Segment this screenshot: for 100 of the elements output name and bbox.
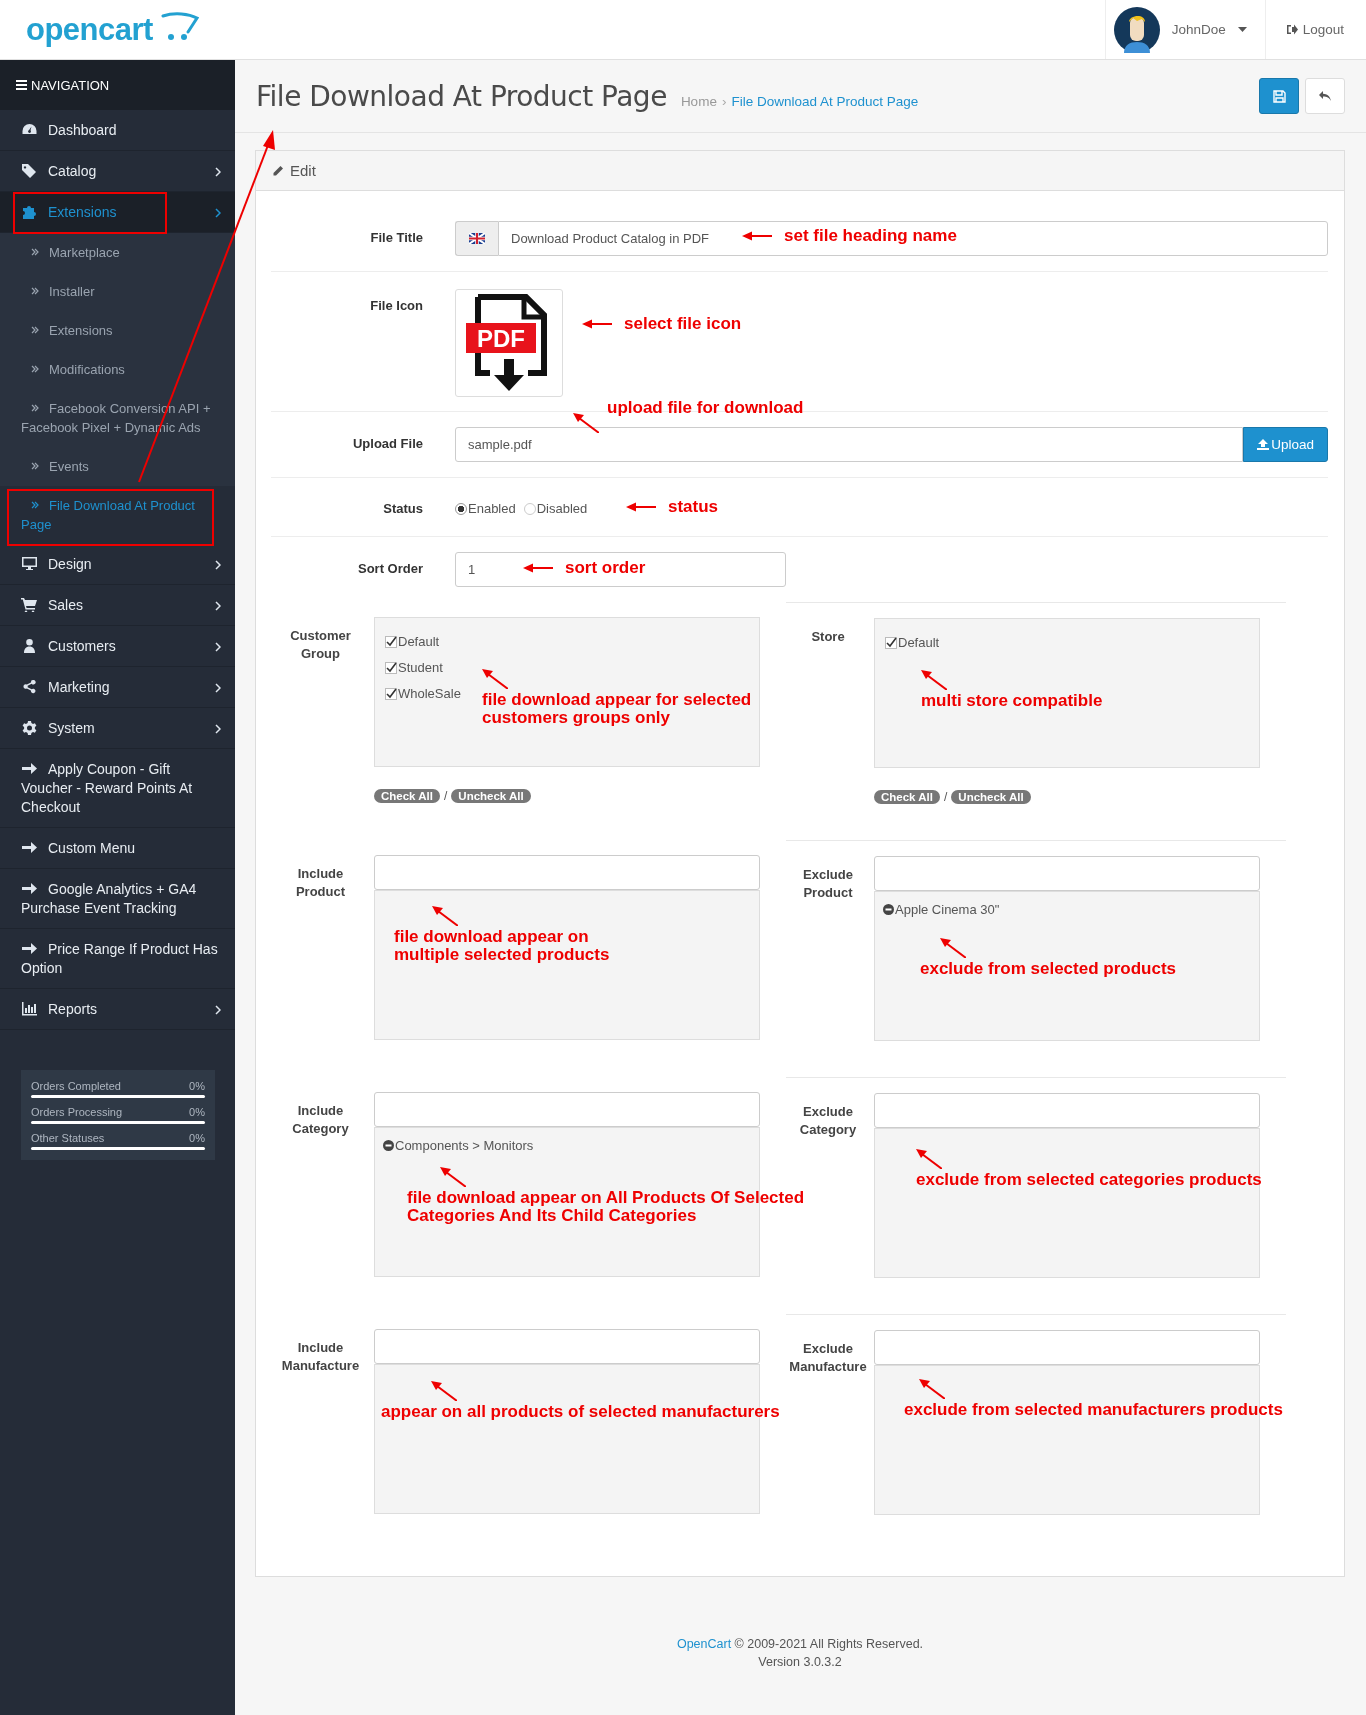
image-thumbnail[interactable]: PDF (455, 289, 563, 397)
stat-value: 0% (189, 1132, 205, 1144)
breadcrumb-separator: › (721, 93, 727, 109)
uncheck-all-button[interactable]: Uncheck All (951, 790, 1031, 804)
annotation-text: select file icon (624, 315, 742, 333)
annotation-arrow (482, 669, 508, 689)
field-label: Exclude Category (798, 1103, 858, 1139)
annotation-text: set file heading name (784, 227, 957, 245)
field-label: Exclude Product (802, 866, 854, 902)
stat-value: 0% (189, 1080, 205, 1092)
autocomplete-field[interactable] (374, 1329, 760, 1364)
field-label: Include Category (291, 1102, 350, 1138)
upload-button[interactable]: Upload (1243, 427, 1328, 462)
autocomplete-field[interactable] (874, 1093, 1260, 1128)
check-all-button[interactable]: Check All (874, 790, 940, 804)
navigation-heading: NAVIGATION (0, 60, 235, 110)
save-button[interactable] (1259, 78, 1299, 114)
sign-out-icon (1285, 24, 1298, 35)
annotation-arrow (742, 231, 772, 241)
separator-text: / (944, 790, 948, 804)
menu-item[interactable]: Custom Menu (0, 828, 235, 869)
arrow-icon (21, 881, 38, 896)
submenu-item[interactable]: Events (0, 447, 235, 486)
uncheck-all-button[interactable]: Uncheck All (451, 789, 531, 803)
checkbox-label: WholeSale (398, 686, 461, 701)
field-label: Upload File (351, 435, 423, 453)
stat-label: Orders Processing (31, 1106, 123, 1118)
pencil-icon (272, 164, 284, 177)
reply-icon (1318, 90, 1332, 102)
logout-link[interactable]: Logout (1265, 0, 1366, 59)
menu-item[interactable]: Dashboard (0, 110, 235, 151)
annotation-arrow (921, 670, 947, 690)
double-chevron-icon (31, 326, 39, 334)
checkbox[interactable] (385, 687, 397, 700)
annotation-arrow (940, 938, 966, 958)
share-icon (21, 679, 38, 694)
breadcrumb-link[interactable]: Home (680, 93, 717, 109)
chart-icon (21, 1001, 38, 1016)
field-label: Store (810, 628, 846, 646)
menu-item[interactable]: Extensions (0, 192, 235, 233)
submenu-item[interactable]: Installer (0, 272, 235, 311)
logo[interactable]: opencart (26, 11, 153, 48)
annotation-text: exclude from selected manufacturers products (904, 1401, 1283, 1419)
opencart-link[interactable]: OpenCart (676, 1637, 732, 1651)
radio-button[interactable] (523, 502, 536, 515)
menu-item[interactable]: Sales (0, 585, 235, 626)
arrow-icon (21, 941, 38, 956)
menu-item[interactable]: Marketing (0, 667, 235, 708)
field-label: Include Product (294, 865, 347, 901)
page-title: File Download At Product Page (256, 79, 667, 113)
menu-icon (16, 80, 27, 90)
puzzle-icon (21, 204, 38, 219)
menu-item[interactable]: Reports (0, 989, 235, 1030)
desktop-icon (21, 556, 38, 571)
menu-item[interactable]: System (0, 708, 235, 749)
annotation-text: sort order (565, 559, 646, 577)
double-chevron-icon (31, 501, 39, 509)
autocomplete-field[interactable] (374, 1092, 760, 1127)
submenu-item[interactable]: File Download At Product Page (0, 486, 235, 544)
autocomplete-field[interactable] (374, 855, 760, 890)
annotation-text: status (668, 498, 719, 516)
back-button[interactable] (1305, 78, 1345, 114)
autocomplete-field[interactable] (874, 1330, 1260, 1365)
field-label: Include Manufacture (280, 1339, 361, 1375)
radio-label: Disabled (536, 501, 588, 516)
annotation-text: multi store compatible (921, 692, 1103, 710)
annotation-arrow (440, 1167, 466, 1187)
file-field[interactable]: sample.pdf (455, 427, 1244, 462)
menu-item[interactable]: Google Analytics + GA4 Purchase Event Tracking (0, 869, 235, 929)
copyright-text: OpenCart © 2009-2021 All Rights Reserved. (675, 1636, 925, 1653)
panel-heading: Edit (256, 151, 1344, 191)
user-menu[interactable]: JohnDoe (1104, 0, 1266, 59)
gear-icon (21, 720, 38, 735)
check-all-button[interactable]: Check All (374, 789, 440, 803)
checkbox[interactable] (885, 636, 897, 649)
checkbox-label: Default (898, 635, 940, 650)
separator-text: / (444, 789, 448, 803)
submenu-item[interactable]: Marketplace (0, 233, 235, 272)
checkbox[interactable] (385, 635, 397, 648)
remove-icon[interactable] (883, 904, 894, 915)
menu-item[interactable]: Design (0, 544, 235, 585)
field-label: File Title (369, 229, 423, 247)
stat-label: Orders Completed (31, 1080, 121, 1092)
radio-button[interactable] (455, 502, 467, 515)
breadcrumb-link[interactable]: File Download At Product Page (731, 93, 919, 109)
field-label: Sort Order (357, 560, 423, 578)
autocomplete-field[interactable] (874, 856, 1260, 891)
checkbox[interactable] (385, 661, 397, 674)
annotation-text: file download appear for selected customers groups only (482, 691, 753, 727)
checkbox-label: Student (398, 660, 443, 675)
remove-icon[interactable] (383, 1140, 394, 1151)
checkbox-label: Default (398, 634, 440, 649)
menu-item[interactable]: Customers (0, 626, 235, 667)
menu-item[interactable]: Apply Coupon - Gift Voucher - Reward Points At Checkout (0, 749, 235, 828)
menu-item[interactable]: Price Range If Product Has Option (0, 929, 235, 989)
submenu-item[interactable]: Modifications (0, 350, 235, 389)
submenu-item[interactable]: Extensions (0, 311, 235, 350)
field-label: Status (382, 500, 423, 516)
caret-icon (1237, 27, 1247, 32)
version-text: Version 3.0.3.2 (757, 1654, 843, 1671)
